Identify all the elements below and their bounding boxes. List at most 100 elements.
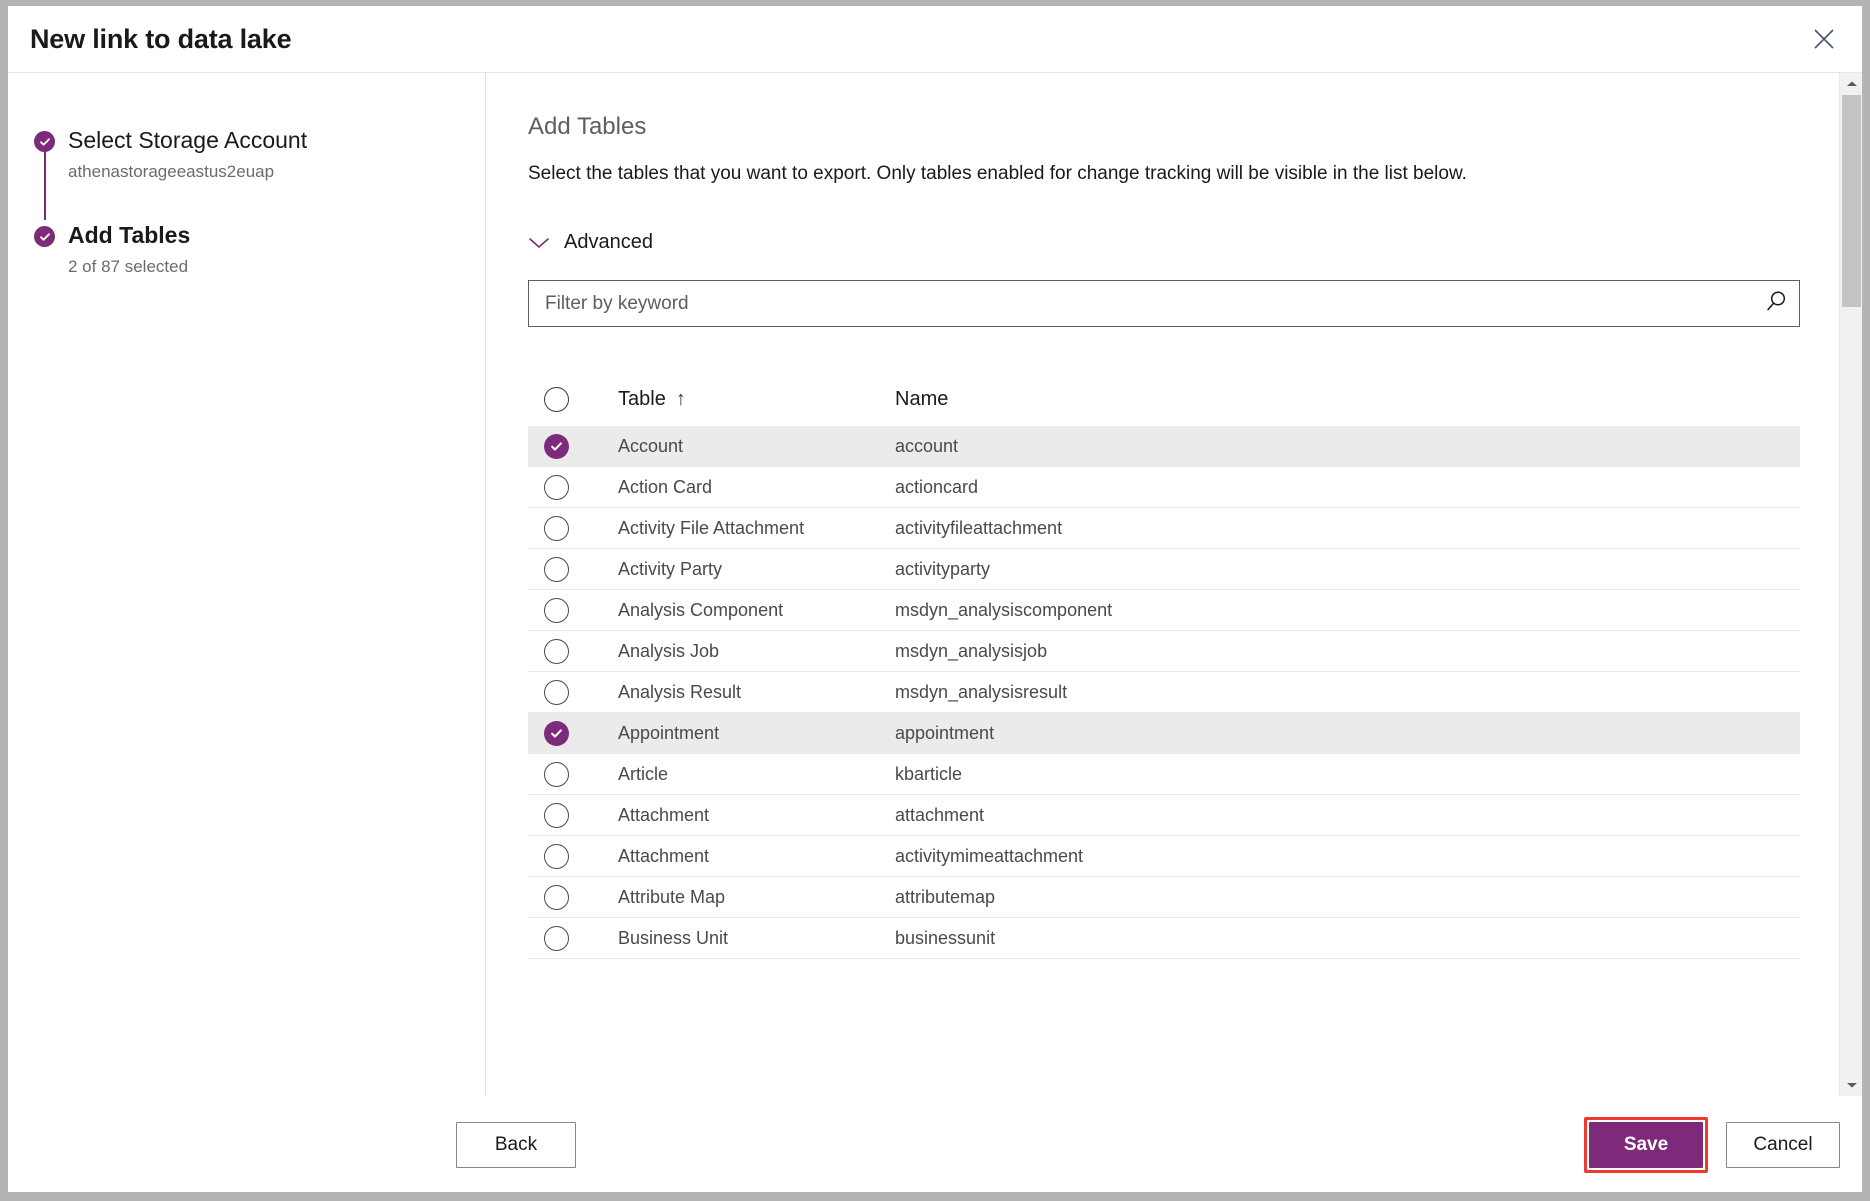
row-cell-table: Activity File Attachment [618,518,895,539]
row-checkbox-cell[interactable] [544,680,618,705]
dialog-footer: Back Save Cancel [8,1096,1862,1192]
row-checkbox[interactable] [544,844,569,869]
wizard-step-add-tables[interactable]: Add Tables 2 of 87 selected [32,220,485,278]
wizard-step-subtitle: athenastorageeastus2euap [68,161,485,183]
table-row[interactable]: Analysis Resultmsdyn_analysisresult [528,672,1800,713]
row-checkbox[interactable] [544,598,569,623]
row-cell-name: actioncard [895,477,1800,498]
row-checkbox-cell[interactable] [544,434,618,459]
step-connector [44,152,46,220]
search-input[interactable] [529,281,1753,326]
close-button[interactable] [1804,19,1844,59]
row-checkbox-checked[interactable] [544,721,569,746]
row-checkbox[interactable] [544,639,569,664]
scrollbar-thumb[interactable] [1842,95,1861,307]
table-row[interactable]: Attachmentattachment [528,795,1800,836]
row-checkbox[interactable] [544,516,569,541]
check-circle-icon [34,226,55,247]
column-header-name-label: Name [895,388,948,411]
row-checkbox[interactable] [544,762,569,787]
row-cell-table: Analysis Job [618,641,895,662]
table-row[interactable]: Action Cardactioncard [528,467,1800,508]
scroll-up-button[interactable] [1840,73,1862,95]
table-row[interactable]: Accountaccount [528,426,1800,467]
row-checkbox-cell[interactable] [544,516,618,541]
row-checkbox-cell[interactable] [544,885,618,910]
row-checkbox-cell[interactable] [544,598,618,623]
row-cell-table: Attachment [618,805,895,826]
table-row[interactable]: Attachmentactivitymimeattachment [528,836,1800,877]
new-link-dialog: New link to data lake [8,6,1862,1192]
row-cell-table: Activity Party [618,559,895,580]
pane-content: Add Tables Select the tables that you wa… [486,111,1862,959]
tables-list-header: Table ↑ Name [528,372,1800,426]
row-cell-name: attachment [895,805,1800,826]
row-cell-name: msdyn_analysisresult [895,682,1800,703]
back-button[interactable]: Back [456,1122,576,1168]
filter-searchbox[interactable] [528,280,1800,327]
add-tables-pane: Add Tables Select the tables that you wa… [485,73,1862,1096]
row-checkbox-cell[interactable] [544,762,618,787]
table-row[interactable]: Analysis Componentmsdyn_analysiscomponen… [528,590,1800,631]
row-cell-name: activityparty [895,559,1800,580]
select-all-cell[interactable] [544,387,618,412]
row-checkbox-checked[interactable] [544,434,569,459]
search-icon [1763,289,1789,318]
table-row[interactable]: Attribute Mapattributemap [528,877,1800,918]
search-button[interactable] [1753,281,1799,326]
caret-down-icon [1846,1076,1858,1094]
advanced-label: Advanced [564,231,653,254]
wizard-step-title: Select Storage Account [68,125,485,155]
column-header-table-label: Table [618,388,666,411]
table-row[interactable]: Articlekbarticle [528,754,1800,795]
row-checkbox-cell[interactable] [544,475,618,500]
pane-heading: Add Tables [528,111,1800,143]
row-checkbox[interactable] [544,475,569,500]
scroll-down-button[interactable] [1840,1074,1862,1096]
row-checkbox-cell[interactable] [544,926,618,951]
row-cell-name: activitymimeattachment [895,846,1800,867]
row-checkbox[interactable] [544,803,569,828]
table-row[interactable]: Analysis Jobmsdyn_analysisjob [528,631,1800,672]
table-row[interactable]: Business Unitbusinessunit [528,918,1800,959]
row-cell-table: Action Card [618,477,895,498]
pane-scrollbar[interactable] [1839,73,1862,1096]
check-circle-icon [34,131,55,152]
column-header-name[interactable]: Name [895,388,1800,411]
row-checkbox[interactable] [544,885,569,910]
row-checkbox-cell[interactable] [544,557,618,582]
chevron-down-icon [528,236,550,250]
select-all-checkbox[interactable] [544,387,569,412]
table-row[interactable]: Activity Partyactivityparty [528,549,1800,590]
tables-list: Table ↑ Name AccountaccountAction Cardac… [528,372,1800,959]
page-title: New link to data lake [30,24,291,55]
pane-scroll-region: Add Tables Select the tables that you wa… [486,73,1862,1096]
dialog-titlebar: New link to data lake [8,6,1862,72]
save-button-highlight: Save [1584,1117,1708,1173]
row-checkbox-cell[interactable] [544,721,618,746]
row-checkbox[interactable] [544,926,569,951]
row-checkbox-cell[interactable] [544,844,618,869]
row-cell-table: Analysis Component [618,600,895,621]
row-cell-name: account [895,436,1800,457]
row-cell-table: Attribute Map [618,887,895,908]
save-button[interactable]: Save [1589,1122,1703,1168]
row-cell-table: Analysis Result [618,682,895,703]
table-row[interactable]: Activity File Attachmentactivityfileatta… [528,508,1800,549]
row-checkbox[interactable] [544,680,569,705]
column-header-table[interactable]: Table ↑ [618,388,895,411]
cancel-button[interactable]: Cancel [1726,1122,1840,1168]
wizard-rail: Select Storage Account athenastorageeast… [8,73,485,1096]
wizard-step-subtitle: 2 of 87 selected [68,256,485,278]
wizard-step-select-storage-account[interactable]: Select Storage Account athenastorageeast… [32,125,485,183]
row-cell-name: appointment [895,723,1800,744]
row-checkbox-cell[interactable] [544,803,618,828]
row-checkbox-cell[interactable] [544,639,618,664]
advanced-toggle[interactable]: Advanced [528,231,653,254]
row-cell-name: activityfileattachment [895,518,1800,539]
tables-list-body: AccountaccountAction CardactioncardActiv… [528,426,1800,959]
row-cell-name: msdyn_analysisjob [895,641,1800,662]
wizard-steps: Select Storage Account athenastorageeast… [8,125,485,278]
row-checkbox[interactable] [544,557,569,582]
table-row[interactable]: Appointmentappointment [528,713,1800,754]
